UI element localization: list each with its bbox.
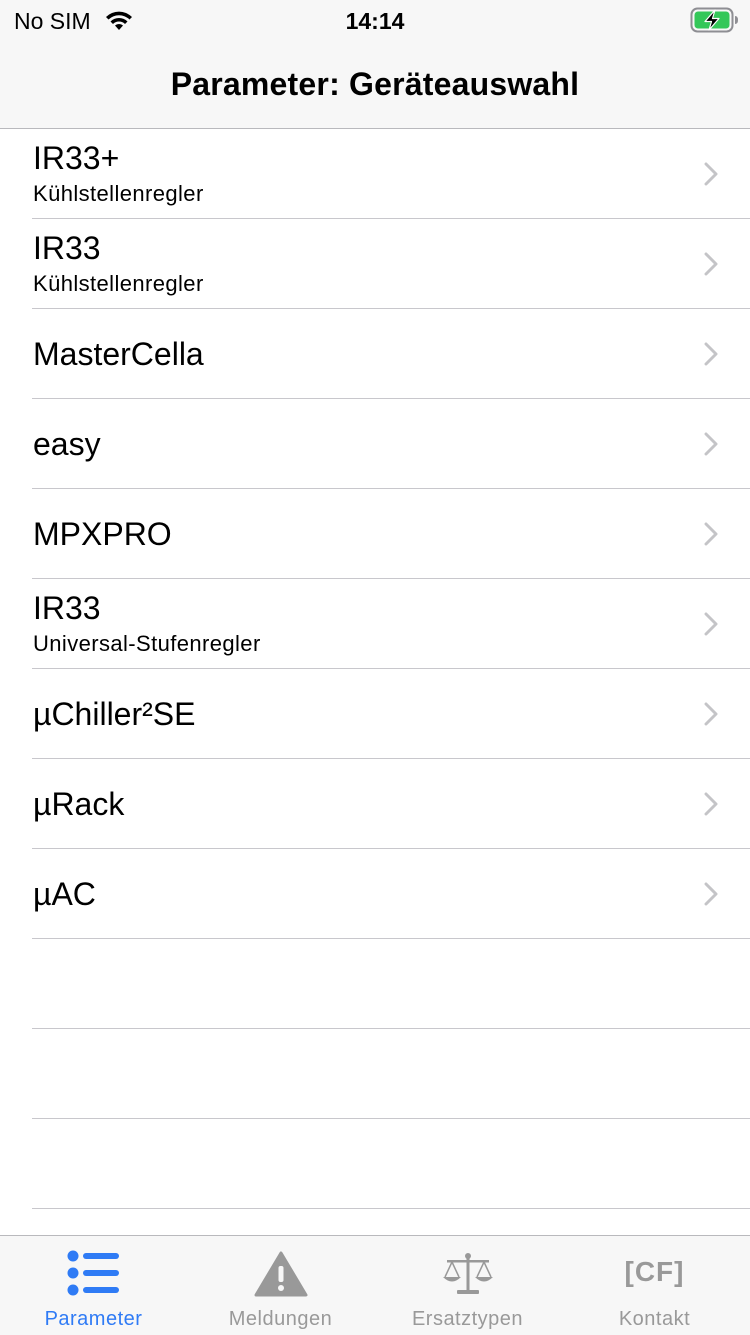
list-icon	[67, 1250, 119, 1296]
list-item-ir33-universal-stufenregler[interactable]: IR33 Universal-Stufenregler	[0, 579, 750, 669]
list-item-mastercella[interactable]: MasterCella	[0, 309, 750, 399]
tab-label: Meldungen	[228, 1308, 333, 1330]
list-item-subtitle: Kühlstellenregler	[33, 271, 204, 296]
status-bar: No SIM 14:14	[0, 0, 750, 40]
chevron-right-icon	[704, 342, 718, 366]
chevron-right-icon	[704, 792, 718, 816]
empty-row	[0, 1119, 750, 1209]
list-item-mpxpro[interactable]: MPXPRO	[0, 489, 750, 579]
device-list: IR33+ Kühlstellenregler IR33 Kühlstellen…	[0, 129, 750, 1209]
tab-meldungen[interactable]: Meldungen	[187, 1236, 374, 1335]
list-item-uac[interactable]: µAC	[0, 849, 750, 939]
list-item-title: µRack	[33, 786, 125, 822]
page-title: Parameter: Geräteauswahl	[170, 66, 580, 102]
chevron-right-icon	[704, 702, 718, 726]
battery-charging-icon	[690, 7, 738, 33]
cf-logo-icon: [CF]	[624, 1256, 685, 1287]
empty-row	[0, 939, 750, 1029]
chevron-right-icon	[704, 612, 718, 636]
list-item-easy[interactable]: easy	[0, 399, 750, 489]
list-item-uchiller2se[interactable]: µChiller²SE	[0, 669, 750, 759]
chevron-right-icon	[704, 252, 718, 276]
tab-label: Kontakt	[618, 1308, 691, 1330]
list-item-subtitle: Kühlstellenregler	[33, 181, 204, 206]
tab-bar: Parameter Meldungen Ersatztypen [CF] Kon…	[0, 1235, 750, 1335]
chevron-right-icon	[704, 882, 718, 906]
list-item-title: MPXPRO	[33, 516, 172, 552]
list-item-ir33plus[interactable]: IR33+ Kühlstellenregler	[0, 129, 750, 219]
list-item-ir33-kuehlstellenregler[interactable]: IR33 Kühlstellenregler	[0, 219, 750, 309]
status-time: 14:14	[345, 8, 405, 34]
list-item-title: IR33	[33, 590, 101, 626]
list-item-title: MasterCella	[33, 336, 204, 372]
tab-kontakt[interactable]: [CF] Kontakt	[561, 1236, 748, 1335]
list-item-title: IR33	[33, 230, 101, 266]
chevron-right-icon	[704, 432, 718, 456]
tab-ersatztypen[interactable]: Ersatztypen	[374, 1236, 561, 1335]
chevron-right-icon	[704, 522, 718, 546]
list-item-title: easy	[33, 426, 101, 462]
list-item-subtitle: Universal-Stufenregler	[33, 631, 261, 656]
list-item-title: IR33+	[33, 140, 120, 176]
tab-label: Parameter	[44, 1308, 143, 1330]
tab-label: Ersatztypen	[411, 1308, 524, 1330]
scales-icon	[442, 1253, 493, 1294]
navigation-bar: Parameter: Geräteauswahl	[0, 40, 750, 129]
empty-row	[0, 1029, 750, 1119]
warning-icon	[254, 1251, 307, 1297]
tab-parameter[interactable]: Parameter	[0, 1236, 187, 1335]
list-item-title: µChiller²SE	[33, 696, 196, 732]
list-item-urack[interactable]: µRack	[0, 759, 750, 849]
chevron-right-icon	[704, 162, 718, 186]
list-item-title: µAC	[33, 876, 96, 912]
